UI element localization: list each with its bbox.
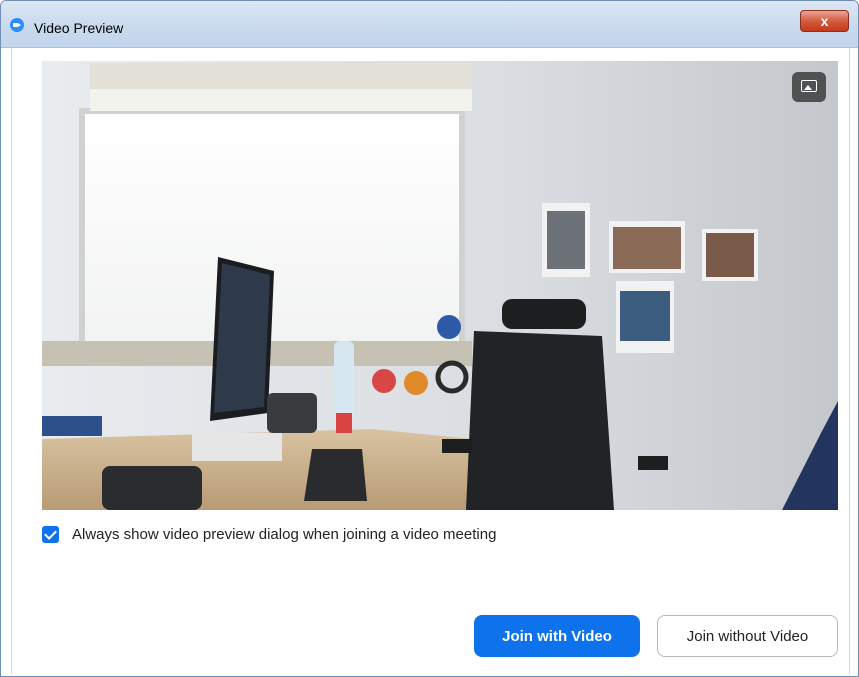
window-title: Video Preview — [34, 20, 124, 36]
close-icon: x — [820, 13, 829, 29]
change-background-button[interactable] — [792, 72, 826, 102]
camera-frame-illustration — [42, 61, 838, 510]
always-show-preview-label: Always show video preview dialog when jo… — [72, 525, 497, 543]
join-without-video-button[interactable]: Join without Video — [657, 615, 838, 657]
zoom-app-icon — [10, 18, 24, 32]
close-button[interactable]: x — [800, 10, 849, 32]
always-show-preview-option[interactable]: Always show video preview dialog when jo… — [42, 524, 496, 544]
join-with-video-button[interactable]: Join with Video — [474, 615, 640, 657]
title-bar: Video Preview x — [1, 1, 858, 48]
image-icon — [801, 80, 817, 92]
camera-preview — [42, 61, 838, 510]
always-show-preview-checkbox[interactable] — [42, 525, 59, 543]
